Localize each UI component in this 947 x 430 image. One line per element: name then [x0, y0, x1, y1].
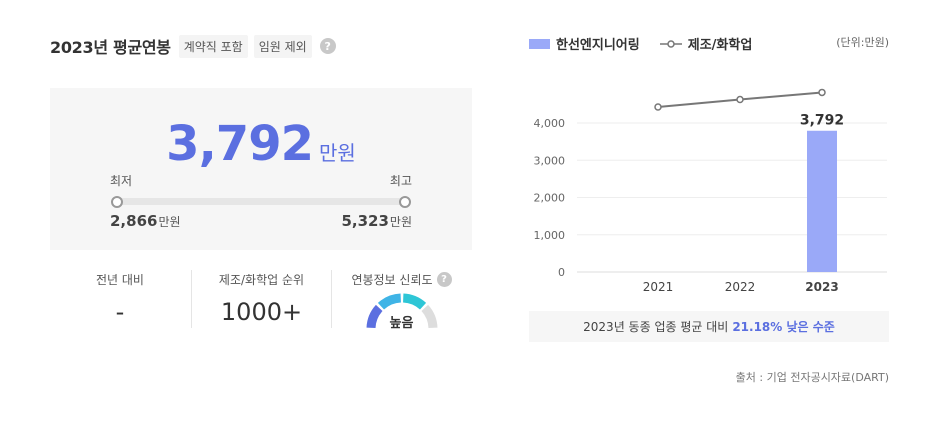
legend-industry: 제조/화학업	[687, 38, 753, 53]
y-tick-label: 0	[558, 266, 565, 279]
tag-executive-excluded: 임원 제외	[253, 34, 312, 58]
salary-trend-chart: 0 1,000 2,000 3,000 4,000 3,792 2021 2022 2023	[534, 88, 887, 294]
max-salary-value: 5,323	[341, 212, 389, 230]
stats-row: 전년 대비 - 제조/화학업 순위 1000+ 연봉정보 신뢰도 ? 높음	[50, 270, 472, 331]
min-label: 최저	[110, 174, 133, 188]
x-tick-label: 2021	[643, 280, 674, 294]
reliability-help-icon[interactable]: ?	[436, 272, 452, 287]
stat-reliability-value: 높음	[389, 316, 414, 331]
salary-chart-panel: 한선엔지니어링 제조/화학업 (단위:만원) 0 1,000 2,000 3,000 4…	[529, 0, 889, 430]
stat-yoy-label: 전년 대비	[96, 273, 144, 287]
y-tick-label: 3,000	[534, 154, 566, 167]
range-max-knob	[399, 196, 411, 208]
gauge-segment-2	[377, 293, 402, 310]
average-salary-unit: 만원	[319, 141, 356, 165]
y-tick-label: 4,000	[534, 117, 566, 130]
unit-note: (단위:만원)	[836, 36, 889, 49]
average-salary-box: 3,792 만원 최저 최고 2,866만원 5,323만원	[50, 88, 472, 250]
salary-title-row: 2023년 평균연봉 계약직 포함 임원 제외 ?	[50, 34, 336, 58]
industry-point-2021	[654, 103, 662, 111]
gauge-segment-3	[402, 293, 427, 310]
comparison-text: 2023년 동종 업종 평균 대비	[583, 320, 729, 334]
chart-legend: 한선엔지니어링 제조/화학업	[529, 34, 752, 53]
average-salary: 3,792 만원	[50, 116, 472, 172]
stat-yoy-value: -	[115, 298, 125, 326]
salary-summary-panel: 2023년 평균연봉 계약직 포함 임원 제외 ? 3,792 만원 최저 최고 …	[50, 0, 472, 430]
min-salary: 2,866만원	[110, 212, 181, 230]
x-tick-label: 2022	[725, 280, 756, 294]
y-tick-label: 1,000	[534, 229, 566, 242]
min-salary-unit: 만원	[158, 215, 181, 229]
stat-reliability: 연봉정보 신뢰도 ? 높음	[331, 270, 471, 331]
tag-contract-included: 계약직 포함	[178, 34, 248, 58]
help-icon[interactable]: ?	[319, 38, 336, 54]
min-salary-value: 2,866	[110, 212, 158, 230]
range-min-knob	[111, 196, 123, 208]
comparison-summary: 2023년 동종 업종 평균 대비 21.18% 낮은 수준	[529, 311, 889, 342]
stat-reliability-header: 연봉정보 신뢰도 ?	[332, 271, 471, 288]
y-tick-label: 2,000	[534, 192, 566, 205]
legend-bar-swatch	[529, 38, 550, 49]
bar-2023	[807, 130, 837, 272]
stat-rank-value: 1000+	[220, 298, 303, 326]
comparison-highlight: 21.18% 낮은 수준	[732, 320, 835, 334]
industry-point-2023	[818, 88, 826, 97]
stat-reliability-label: 연봉정보 신뢰도	[351, 273, 433, 287]
max-label: 최고	[389, 174, 412, 188]
stat-yoy: 전년 대비 -	[50, 270, 190, 328]
max-salary-unit: 만원	[389, 215, 412, 229]
legend-line-icon	[659, 39, 682, 48]
max-salary: 5,323만원	[341, 212, 412, 230]
average-salary-value: 3,792	[166, 116, 314, 172]
legend-company: 한선엔지니어링	[556, 38, 640, 53]
page-title: 2023년 평균연봉	[50, 38, 171, 57]
stat-industry-rank: 제조/화학업 순위 1000+	[191, 270, 331, 328]
data-source: 출처 : 기업 전자공시자료(DART)	[735, 371, 889, 384]
x-tick-label: 2023	[805, 280, 838, 294]
industry-point-2022	[736, 95, 744, 104]
bar-data-label: 3,792	[800, 113, 844, 129]
stat-rank-label: 제조/화학업 순위	[218, 273, 305, 287]
salary-range-track	[116, 198, 406, 205]
